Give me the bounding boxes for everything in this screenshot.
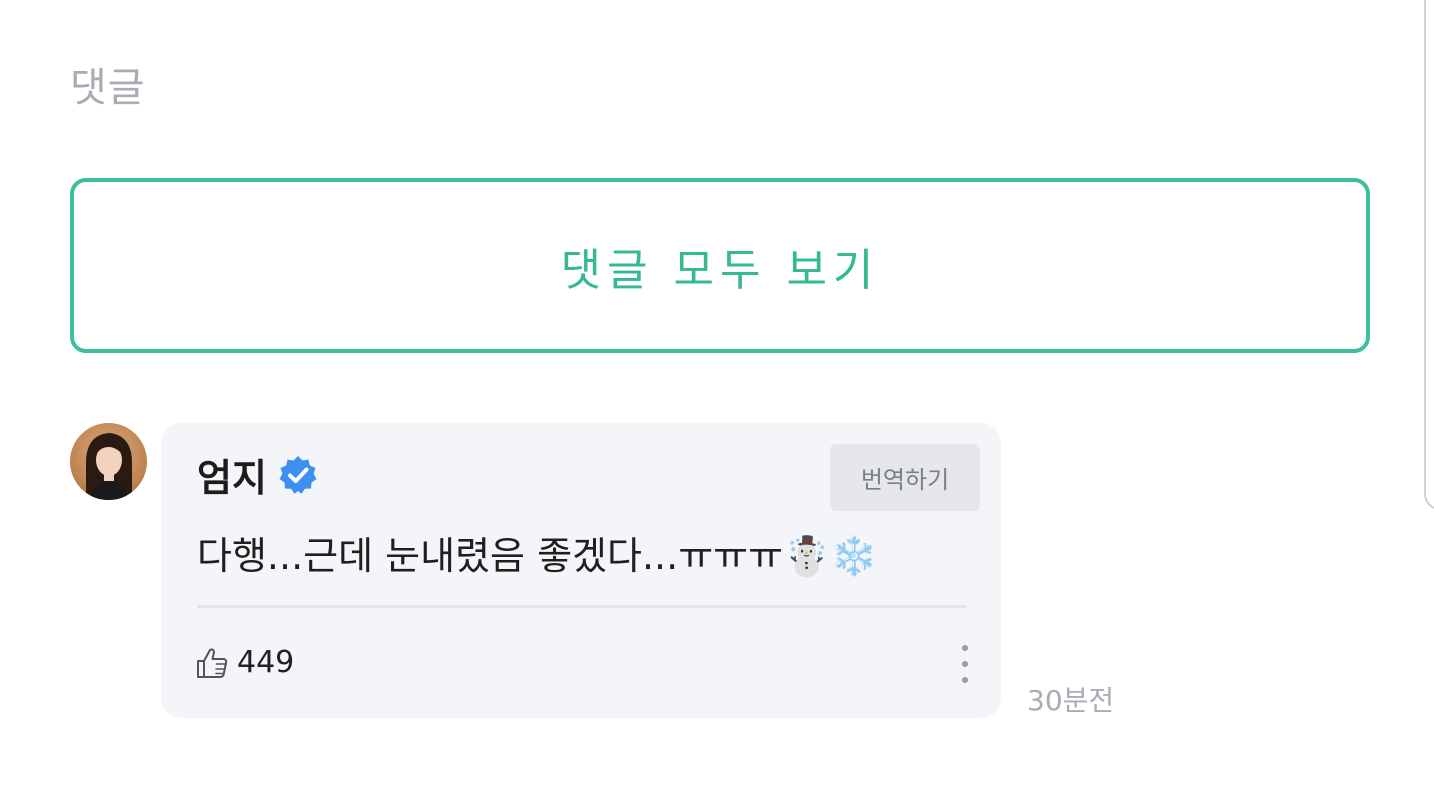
side-panel-edge: [1424, 0, 1434, 510]
comment-author-name[interactable]: 엄지: [197, 447, 267, 502]
more-dot: [962, 661, 968, 667]
comment-text: 다행...근데 눈내렸음 좋겠다...ㅠㅠㅠ☃️❄️: [197, 534, 878, 578]
thumbs-up-icon: [197, 647, 228, 678]
more-dot: [962, 677, 968, 683]
more-vertical-icon[interactable]: [957, 645, 973, 683]
more-dot: [962, 645, 968, 651]
section-title: 댓글: [70, 65, 146, 111]
avatar[interactable]: [70, 423, 147, 500]
avatar-image: [70, 423, 147, 500]
comment-timestamp: 30분전: [1027, 684, 1115, 717]
comment-card: 엄지 번역하기 다행...근데 눈내렸음 좋겠다...ㅠㅠㅠ☃️❄️ 449: [161, 423, 1001, 718]
like-button[interactable]: 449: [195, 645, 294, 680]
view-all-comments-label: 댓글 모두 보기: [560, 244, 880, 296]
translate-button[interactable]: 번역하기: [830, 444, 980, 511]
verified-badge-icon: [279, 455, 317, 494]
comment-divider: [197, 605, 967, 608]
view-all-comments-button[interactable]: 댓글 모두 보기: [70, 178, 1370, 353]
like-count: 449: [237, 645, 295, 680]
comment-author-row: 엄지: [197, 447, 319, 502]
